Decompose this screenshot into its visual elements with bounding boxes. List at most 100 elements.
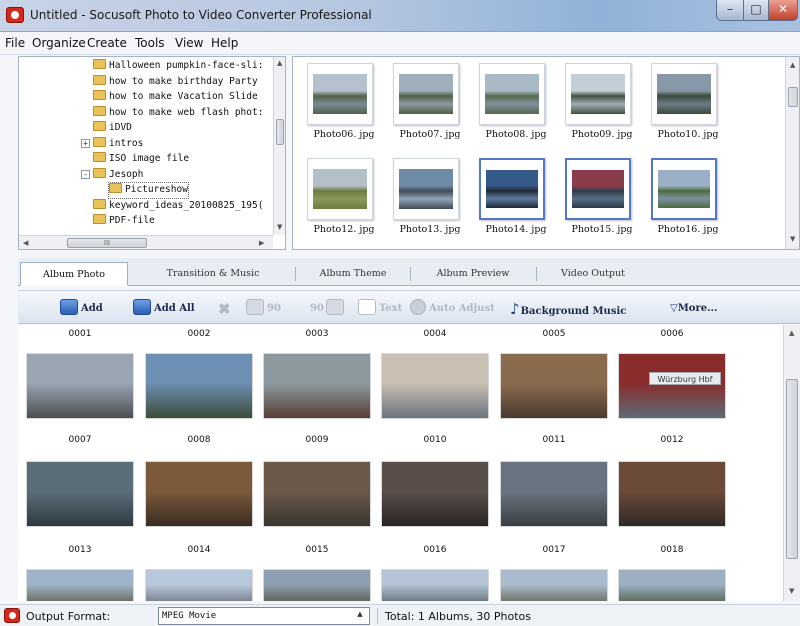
auto-adjust-button[interactable]: Auto Adjust [410, 298, 495, 320]
add-button[interactable]: Add [60, 298, 103, 320]
scroll-up-icon[interactable]: ▲ [790, 61, 795, 69]
tree-folder-item[interactable]: ISO image file [93, 152, 189, 167]
album-photo-number: 0015 [305, 545, 329, 555]
rotate-right-label: 90 [310, 303, 324, 314]
auto-adjust-icon [410, 299, 426, 315]
add-all-button[interactable]: Add All [133, 298, 195, 320]
tree-folder-item[interactable]: how to make web flash phot: [93, 105, 263, 121]
scroll-down-icon[interactable]: ▼ [789, 587, 794, 595]
scroll-down-icon[interactable]: ▼ [277, 223, 282, 231]
album-photo[interactable] [500, 461, 608, 527]
tree-vscroll-thumb[interactable] [276, 119, 284, 145]
collapse-icon[interactable]: - [81, 169, 90, 179]
tree-folder-label: iDVD [109, 122, 132, 133]
tree-folder-item[interactable]: Pictureshow [108, 182, 189, 199]
title-bar[interactable]: Untitled - Socusoft Photo to Video Conve… [0, 0, 800, 32]
tree-vertical-scrollbar[interactable]: ▲ ▼ [273, 57, 285, 235]
album-photo[interactable] [381, 461, 489, 527]
album-photo[interactable] [618, 569, 726, 601]
tree-folder-item[interactable]: + intros [81, 136, 143, 152]
scroll-right-icon[interactable]: ▶ [259, 239, 264, 247]
folder-icon [93, 121, 106, 131]
tree-folder-label: PDF-file [109, 215, 155, 226]
album-photo[interactable] [618, 461, 726, 527]
folder-icon [93, 59, 106, 69]
album-photo[interactable] [500, 569, 608, 601]
more-button[interactable]: ▽More... [670, 298, 718, 320]
folder-icon [93, 136, 106, 147]
tab-album-photo[interactable]: Album Photo [20, 262, 128, 286]
browser-vscroll-thumb[interactable] [788, 87, 798, 107]
folder-icon [93, 105, 106, 116]
album-photo-number: 0005 [542, 329, 566, 339]
scroll-up-icon[interactable]: ▲ [789, 329, 794, 337]
tree-folder-item[interactable]: iDVD [93, 121, 132, 136]
tree-folder-item[interactable]: - Jesoph [81, 167, 143, 183]
photo-image [485, 74, 539, 114]
text-icon [358, 299, 376, 315]
menu-create[interactable]: Create [87, 36, 127, 50]
album-photo[interactable] [145, 569, 253, 601]
tree-folder-item[interactable]: how to make Vacation Slide [93, 90, 258, 105]
album-vertical-scrollbar[interactable]: ▲ ▼ [783, 325, 800, 601]
rotate-left-button[interactable]: 90 [246, 298, 281, 320]
photo-frame [393, 63, 459, 125]
tab-album-theme[interactable]: Album Theme [303, 262, 403, 286]
folder-tree[interactable]: Halloween pumpkin-face-sli: how to make b… [18, 56, 286, 250]
dropdown-arrow-icon[interactable]: ▲ [353, 610, 367, 622]
close-button[interactable]: ✕ [768, 0, 798, 21]
photo-image [399, 74, 453, 114]
rotate-left-label: 90 [267, 303, 281, 314]
tab-album-preview[interactable]: Album Preview [418, 262, 528, 286]
album-vscroll-thumb[interactable] [786, 379, 798, 559]
tab-transition-music[interactable]: Transition & Music [138, 262, 288, 286]
text-button[interactable]: Text [358, 298, 402, 320]
menu-help[interactable]: Help [211, 36, 238, 50]
triangle-down-icon: ▽ [670, 303, 678, 314]
folder-icon [93, 167, 106, 178]
photo-filename: Photo13. jpg [399, 224, 461, 235]
tree-horizontal-scrollbar[interactable]: ◀ III ▶ [19, 235, 273, 249]
delete-button[interactable]: ✖ [218, 298, 231, 320]
scroll-down-icon[interactable]: ▼ [790, 235, 795, 243]
tree-folder-item[interactable]: Halloween pumpkin-face-sli: [93, 59, 263, 74]
add-all-button-label: Add All [154, 303, 195, 314]
tree-folder-item[interactable]: keyword_ideas_20100825_195( [93, 198, 263, 214]
window-title: Untitled - Socusoft Photo to Video Conve… [30, 8, 372, 22]
minimize-button[interactable]: – [716, 0, 744, 21]
photo-browser[interactable]: Photo06. jpg Photo07. jpg Photo08. jpg Phot… [292, 56, 800, 250]
album-photo[interactable] [263, 353, 371, 419]
menu-organize[interactable]: Organize [32, 36, 86, 50]
scroll-up-icon[interactable]: ▲ [277, 59, 282, 67]
scroll-left-icon[interactable]: ◀ [23, 239, 28, 247]
album-photo[interactable] [26, 461, 134, 527]
tree-folder-label: ISO image file [109, 153, 190, 164]
album-photo[interactable] [145, 461, 253, 527]
maximize-button[interactable]: □ [743, 0, 769, 21]
menu-view[interactable]: View [175, 36, 203, 50]
album-photo[interactable] [26, 569, 134, 601]
expand-icon[interactable]: + [81, 138, 90, 148]
rotate-right-icon [325, 299, 344, 315]
album-photo-number: 0004 [423, 329, 447, 339]
album-photo[interactable] [263, 569, 371, 601]
menu-file[interactable]: File [5, 36, 25, 50]
tree-folder-item[interactable]: PDF-file [93, 214, 155, 229]
album-photo[interactable] [500, 353, 608, 419]
album-photo-grid[interactable]: 0001 0002 0003 0004 0005 0006 Würzburg Hbf 0007… [18, 325, 800, 601]
background-music-button[interactable]: ♪Background Music [510, 298, 626, 320]
album-photo[interactable] [145, 353, 253, 419]
album-photo[interactable] [263, 461, 371, 527]
tree-folder-item[interactable]: how to make birthday Party [93, 74, 258, 90]
album-toolbar: Add Add All ✖ 90 90 Text Auto Adjust ♪Ba… [18, 290, 800, 324]
rotate-right-button[interactable]: 90 [310, 298, 347, 320]
album-photo[interactable] [381, 353, 489, 419]
output-format-select[interactable]: MPEG Movie ▲ [158, 607, 370, 625]
album-photo[interactable] [26, 353, 134, 419]
album-photo[interactable] [381, 569, 489, 601]
browser-vertical-scrollbar[interactable]: ▲ ▼ [785, 57, 799, 249]
tree-hscroll-thumb[interactable]: III [67, 238, 147, 248]
tab-video-output[interactable]: Video Output [543, 262, 643, 286]
menu-tools[interactable]: Tools [135, 36, 165, 50]
album-photo[interactable]: Würzburg Hbf [618, 353, 726, 419]
